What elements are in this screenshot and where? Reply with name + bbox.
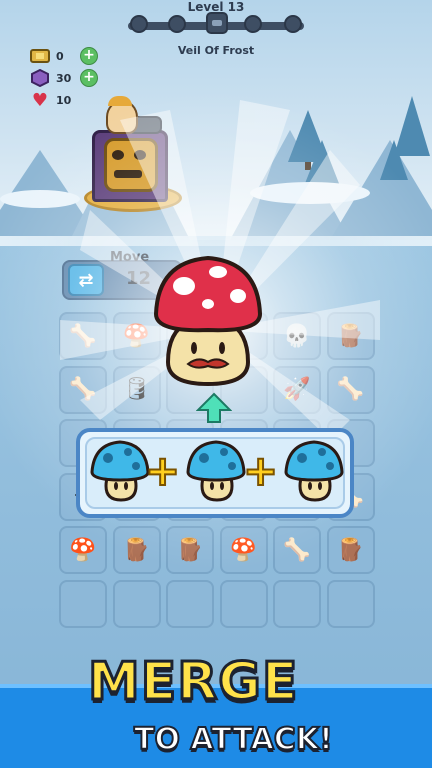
board-cell[interactable]: 🦴 [59, 312, 107, 360]
tower-skull-face [104, 138, 158, 192]
rocket-icon: 🚀 [283, 377, 311, 402]
ticket-icon [30, 47, 50, 65]
board-cell[interactable]: 🪵 [326, 526, 375, 574]
swap-arrows-icon: ⇄ [78, 269, 94, 291]
blue-mushroom-icon [90, 440, 150, 502]
tower-eye [134, 150, 146, 160]
board-cell[interactable]: 🪵 [326, 312, 375, 360]
arrow-up-icon [196, 392, 232, 423]
add-gems-button[interactable]: + [80, 69, 98, 87]
board-cell[interactable] [112, 579, 161, 628]
hero-hair [108, 96, 132, 106]
progress-node [168, 15, 186, 33]
progress-node [284, 15, 302, 33]
board-cell[interactable]: 🍄 [219, 526, 268, 574]
plus-icon: + [242, 446, 279, 495]
board-cell[interactable]: 🚀 [273, 365, 321, 414]
bone-icon: 🦴 [283, 537, 311, 563]
board-cell[interactable] [273, 579, 321, 628]
bone-icon: 🦴 [336, 377, 365, 402]
wood-log-icon: 🪵 [122, 537, 151, 563]
wood-log-icon: 🪵 [176, 537, 204, 563]
shuffle-button[interactable]: ⇄ [68, 264, 104, 296]
board-cell[interactable] [166, 579, 214, 628]
resource-gems: 30 + [30, 68, 98, 88]
banner-title: MERGE [87, 651, 300, 714]
ice-edge [0, 236, 432, 246]
brown-mushroom-icon: 🍄 [69, 537, 97, 563]
pine-tree [380, 140, 408, 180]
board-cell[interactable]: 🪵 [112, 526, 161, 574]
tower-mouth [114, 170, 142, 178]
resource-tickets: 0 + [30, 46, 98, 66]
board-cell[interactable]: 💀 [273, 312, 321, 360]
board-cell[interactable] [59, 579, 107, 628]
board-cell[interactable]: 🪵 [166, 526, 214, 574]
bone-icon: 🦴 [69, 377, 97, 402]
snow-mound [0, 190, 80, 208]
blue-mushroom-icon: 🍄 [122, 323, 151, 349]
resource-hearts: ♥ 10 [30, 89, 80, 111]
pine-tree [304, 140, 340, 186]
banner-subtitle: TO ATTACK! [133, 721, 334, 758]
board-cell[interactable]: 🦴 [326, 365, 375, 414]
progress-node [130, 15, 148, 33]
progress-node [244, 15, 262, 33]
move-label: Move [110, 250, 150, 265]
skeleton-icon: 💀 [283, 323, 311, 349]
progress-chest-icon [206, 12, 228, 34]
gem-count: 30 [56, 71, 72, 85]
plus-icon: + [144, 446, 181, 495]
board-cell[interactable]: 🍄 [59, 526, 107, 574]
wood-log-icon: 🪵 [336, 323, 365, 349]
wood-log-icon: 🪵 [336, 537, 365, 563]
bone-icon: 🦴 [69, 323, 97, 349]
snow-mound [250, 182, 370, 204]
red-mushroom-icon [153, 255, 263, 387]
tower-eye [112, 150, 124, 160]
blue-mushroom-icon [186, 440, 246, 502]
ticket-count: 0 [56, 49, 64, 63]
gem-icon [30, 69, 50, 87]
heart-icon: ♥ [31, 89, 49, 111]
board-cell[interactable]: 🦴 [59, 365, 107, 414]
game-scene: Level 13 Veil Of Frost 0 + 30 + ♥ 10 ⇄ M… [0, 0, 432, 768]
board-cell[interactable] [326, 579, 375, 628]
barrel-icon: 🛢 [122, 377, 151, 402]
board-cell[interactable] [219, 579, 268, 628]
blue-mushroom-icon [284, 440, 344, 502]
board-cell[interactable]: 🦴 [273, 526, 321, 574]
brown-mushroom-icon: 🍄 [229, 537, 258, 563]
add-tickets-button[interactable]: + [80, 47, 98, 65]
heart-count: 10 [56, 93, 72, 107]
